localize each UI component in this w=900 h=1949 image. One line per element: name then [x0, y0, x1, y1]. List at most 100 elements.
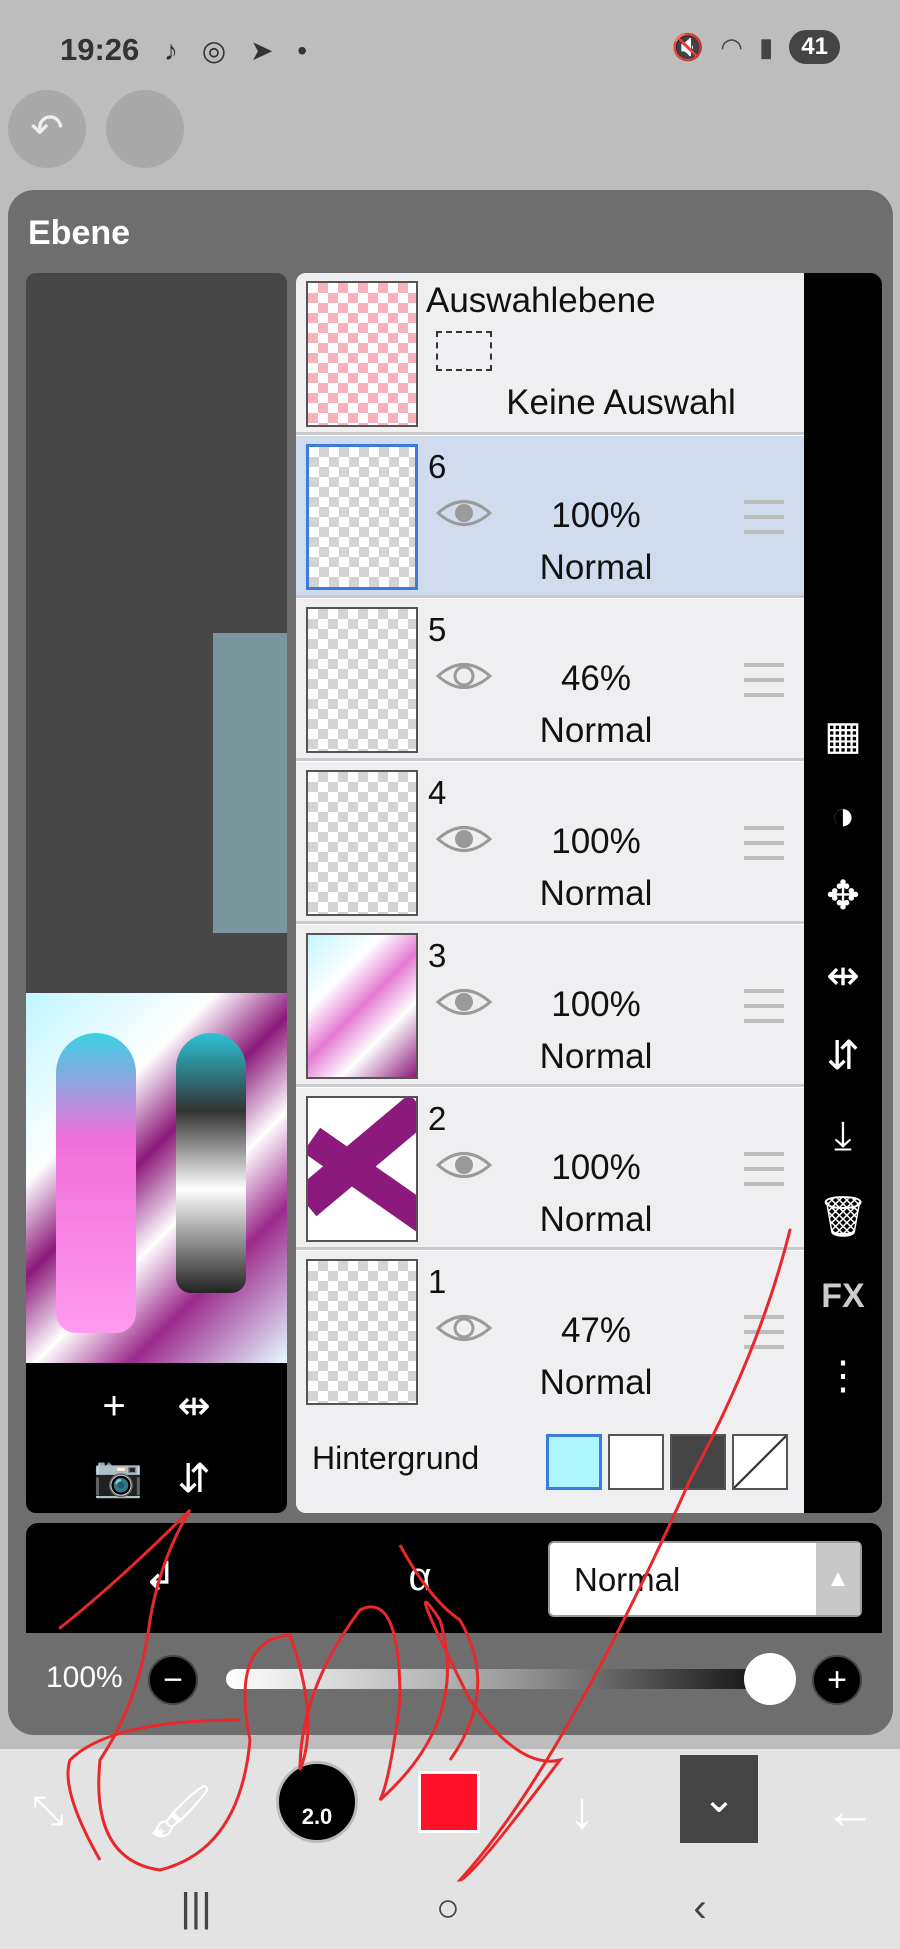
layer-opacity: 100% [551, 985, 641, 1024]
layer-thumbnail [306, 444, 418, 590]
brush-size-indicator[interactable]: 2.0 [276, 1761, 358, 1843]
alpha-lock-icon[interactable]: α [392, 1549, 448, 1605]
drag-handle-icon[interactable] [744, 826, 784, 860]
layer-opacity: 46% [560, 659, 632, 698]
layer-blend-mode: Normal [539, 548, 653, 587]
layer-side-toolbar: ▦ ◑ ✥ ⇹ ⇵ ⤓ 🗑 FX ⋮ [804, 273, 882, 1513]
layer-row[interactable]: 6 100% Normal [296, 436, 804, 598]
drag-handle-icon[interactable] [744, 663, 784, 697]
eye-icon[interactable] [436, 822, 492, 856]
layer-thumbnail [306, 1096, 418, 1242]
redo-button[interactable] [106, 90, 184, 168]
background-swatch-checker-dark[interactable] [670, 1434, 726, 1490]
back-icon[interactable]: ‹ [670, 1883, 730, 1933]
transform-tools-icon[interactable]: ⤡ [8, 1771, 88, 1851]
artwork-figure [56, 1033, 136, 1333]
signal-icon: ▮ [758, 31, 774, 62]
layer-blend-mode: Normal [539, 874, 653, 913]
more-icon[interactable]: ⋮ [815, 1348, 871, 1404]
opacity-increase-button[interactable]: + [812, 1655, 862, 1705]
flip-vertical-icon[interactable]: ⇵ [166, 1451, 222, 1507]
background-swatch-checker-light[interactable] [608, 1434, 664, 1490]
eye-icon[interactable] [436, 985, 492, 1019]
preview-artwork[interactable] [26, 993, 287, 1363]
flip-horizontal-icon[interactable]: ⇹ [815, 948, 871, 1004]
back-arrow-icon[interactable]: ← [810, 1771, 890, 1851]
flip-vertical-icon[interactable]: ⇵ [815, 1028, 871, 1084]
status-time: 19:26 [60, 32, 140, 67]
drag-handle-icon[interactable] [744, 1152, 784, 1186]
blend-mode-value: Normal [574, 1561, 681, 1598]
undo-button[interactable]: ↶ [8, 90, 86, 168]
layer-number: 5 [428, 611, 447, 648]
layer-number: 4 [428, 774, 447, 811]
eye-icon[interactable] [436, 659, 492, 693]
layer-number: 2 [428, 1100, 447, 1137]
color-swatch[interactable] [418, 1771, 480, 1833]
opacity-label: 100% [46, 1661, 123, 1694]
status-bar: 19:26 ♪ ◎ ➤ • 🔇 ◠ ▮ 41 [0, 0, 900, 90]
transparency-icon[interactable]: ▦ [815, 708, 871, 764]
layer-panel: Ebene + ⇹ ⧉ ⇵ 📷 Auswahlebene Keine Auswa… [8, 190, 893, 1735]
blend-mode-select[interactable]: Normal ▲ [548, 1541, 862, 1617]
panel-title: Ebene [28, 214, 131, 252]
trash-icon[interactable]: 🗑 [815, 1188, 871, 1244]
home-icon[interactable]: ○ [418, 1883, 478, 1933]
background-row: Hintergrund [296, 1410, 804, 1513]
arrow-down-icon[interactable]: ↓ [542, 1771, 622, 1851]
layer-opacity: 47% [560, 1311, 632, 1350]
add-layer-icon[interactable]: + [86, 1378, 142, 1434]
opacity-slider[interactable] [226, 1669, 796, 1689]
selection-layer-row[interactable]: Auswahlebene Keine Auswahl [296, 273, 804, 435]
layer-row[interactable]: 5 46% Normal [296, 599, 804, 761]
layer-opacity: 100% [551, 1148, 641, 1187]
camera-icon[interactable]: 📷 [90, 1448, 146, 1504]
layer-blend-mode: Normal [539, 1037, 653, 1076]
selection-icon [436, 331, 492, 371]
eye-icon[interactable] [436, 496, 492, 530]
blend-controls: ↲ α Normal ▲ [26, 1523, 882, 1633]
layer-number: 6 [428, 448, 447, 485]
layer-blend-mode: Normal [539, 711, 653, 750]
system-nav-bar: ||| ○ ‹ [0, 1869, 900, 1949]
notification-icons: ♪ ◎ ➤ • [164, 35, 316, 66]
background-swatch-light-blue[interactable] [546, 1434, 602, 1490]
brush-icon[interactable]: 🖌 [140, 1771, 220, 1851]
opacity-controls: 100% − + [26, 1633, 882, 1725]
layer-thumbnail [306, 1259, 418, 1405]
fx-button[interactable]: FX [815, 1268, 871, 1324]
layer-row[interactable]: 3 100% Normal [296, 925, 804, 1087]
layer-thumbnail [306, 770, 418, 916]
layer-thumbnail [306, 281, 418, 427]
move-icon[interactable]: ✥ [815, 868, 871, 924]
layer-thumbnail [306, 607, 418, 753]
layer-opacity: 100% [551, 822, 641, 861]
layer-row[interactable]: 1 47% Normal [296, 1251, 804, 1413]
wifi-icon: ◠ [720, 31, 743, 62]
clipping-icon[interactable]: ◑ [815, 788, 871, 844]
layer-row[interactable]: 2 100% Normal [296, 1088, 804, 1250]
eye-icon[interactable] [436, 1311, 492, 1345]
double-chevron-down-icon: ⌄ [702, 1777, 736, 1821]
opacity-slider-knob[interactable] [744, 1653, 796, 1705]
canvas-preview: + ⇹ ⧉ ⇵ [26, 273, 287, 1513]
layer-number: 3 [428, 937, 447, 974]
eye-icon[interactable] [436, 1148, 492, 1182]
layers-button[interactable]: ⌄ [680, 1755, 758, 1843]
battery-indicator: 41 [789, 30, 840, 64]
clipping-mask-icon[interactable]: ↲ [132, 1549, 188, 1605]
background-swatch-none[interactable] [732, 1434, 788, 1490]
background-label: Hintergrund [312, 1440, 480, 1476]
drag-handle-icon[interactable] [744, 1315, 784, 1349]
opacity-decrease-button[interactable]: − [148, 1655, 198, 1705]
layer-row[interactable]: 4 100% Normal [296, 762, 804, 924]
drag-handle-icon[interactable] [744, 500, 784, 534]
drag-handle-icon[interactable] [744, 989, 784, 1023]
layer-opacity: 100% [551, 496, 641, 535]
layer-blend-mode: Normal [539, 1200, 653, 1239]
flip-horizontal-icon[interactable]: ⇹ [166, 1378, 222, 1434]
recents-icon[interactable]: ||| [166, 1883, 226, 1933]
layer-list: Auswahlebene Keine Auswahl 6 100% Normal… [296, 273, 804, 1513]
merge-down-icon[interactable]: ⤓ [815, 1108, 871, 1164]
layer-thumbnail [306, 933, 418, 1079]
